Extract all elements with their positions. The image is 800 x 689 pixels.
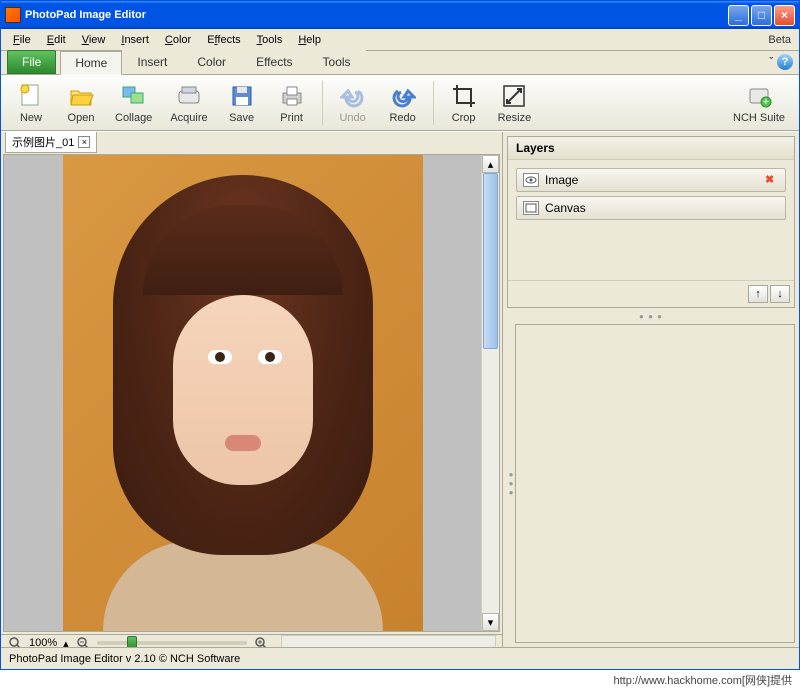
close-tab-icon[interactable]: × [78,136,90,148]
nch-suite-button[interactable]: + NCH Suite [725,80,793,126]
zoom-in-icon[interactable] [253,635,269,647]
document-tabs: 示例图片_01 × [1,132,502,152]
printer-icon [278,82,306,110]
horizontal-scrollbar[interactable] [281,635,496,647]
collage-button[interactable]: Collage [107,80,160,126]
undo-icon [339,82,367,110]
window-title: PhotoPad Image Editor [25,9,728,21]
document-tab-label: 示例图片_01 [12,134,74,150]
svg-text:+: + [763,96,769,108]
new-button[interactable]: New [7,80,55,126]
zoom-up-icon[interactable]: ▴ [63,637,69,648]
menu-view[interactable]: View [74,32,114,48]
menu-tools[interactable]: Tools [249,32,291,48]
layers-panel: Layers Image ✖ Canvas ↑ ↓ [507,136,795,308]
tab-home[interactable]: Home [60,51,122,75]
layer-down-button[interactable]: ↓ [770,285,790,303]
document-tab[interactable]: 示例图片_01 × [5,131,97,153]
suite-icon: + [745,82,773,110]
zoom-bar: 100% ▴ [1,634,502,647]
canvas-icon[interactable] [523,201,539,215]
close-button[interactable]: × [774,5,795,26]
acquire-button[interactable]: Acquire [162,80,215,126]
properties-panel [515,324,795,643]
viewport: ▴ ▾ [3,154,500,632]
layers-panel-title: Layers [508,137,794,160]
print-button[interactable]: Print [268,80,316,126]
watermark-text: http://www.hackhome.com[网侠]提供 [0,670,800,689]
menubar: File Edit View Insert Color Effects Tool… [1,29,799,51]
zoom-slider[interactable] [97,641,247,645]
zoom-percent: 100% [29,637,57,647]
layer-row[interactable]: Image ✖ [516,168,786,192]
undo-button: Undo [329,80,377,126]
scroll-up-icon[interactable]: ▴ [482,155,499,173]
menu-color[interactable]: Color [157,32,199,48]
zoom-fit-icon[interactable] [7,635,23,647]
redo-button[interactable]: Redo [379,80,427,126]
ribbon-toolbar: New Open Collage Acquire Save Print Undo [1,75,799,131]
canvas-area[interactable] [4,155,481,631]
collage-icon [120,82,148,110]
status-text: PhotoPad Image Editor v 2.10 © NCH Softw… [9,653,240,665]
vertical-resize-grip[interactable]: ●●● [507,324,515,643]
vertical-scrollbar[interactable]: ▴ ▾ [481,155,499,631]
beta-label: Beta [768,34,795,46]
folder-icon [67,82,95,110]
horizontal-resize-grip[interactable]: ● ● ● [507,312,795,320]
menu-file[interactable]: File [5,32,39,48]
app-icon [5,7,21,23]
crop-button[interactable]: Crop [440,80,488,126]
zoom-slider-thumb[interactable] [127,636,137,647]
tab-effects[interactable]: Effects [241,50,307,74]
canvas-pane: 示例图片_01 × ▴ [1,132,503,647]
visibility-icon[interactable] [523,173,539,187]
app-window: PhotoPad Image Editor _ □ × File Edit Vi… [0,0,800,670]
layer-name: Canvas [545,201,779,215]
disk-icon [228,82,256,110]
menu-help[interactable]: Help [290,32,329,48]
layer-up-button[interactable]: ↑ [748,285,768,303]
scroll-thumb[interactable] [483,173,498,349]
menu-effects[interactable]: Effects [199,32,248,48]
layers-list: Image ✖ Canvas [508,160,794,280]
resize-icon [500,82,528,110]
minimize-button[interactable]: _ [728,5,749,26]
open-button[interactable]: Open [57,80,105,126]
file-tab-button[interactable]: File [7,50,56,74]
resize-button[interactable]: Resize [490,80,540,126]
save-button[interactable]: Save [218,80,266,126]
titlebar[interactable]: PhotoPad Image Editor _ □ × [1,1,799,29]
help-icon[interactable]: ? [777,54,793,70]
maximize-button[interactable]: □ [751,5,772,26]
scanner-icon [175,82,203,110]
image-content [63,155,423,631]
scroll-down-icon[interactable]: ▾ [482,613,499,631]
workarea: 示例图片_01 × ▴ [1,131,799,647]
ribbon-collapse-chevron[interactable]: ˇ [769,56,773,68]
menu-edit[interactable]: Edit [39,32,74,48]
tab-color[interactable]: Color [182,50,241,74]
ribbon-tabs: File Home Insert Color Effects Tools ˇ ? [1,51,799,75]
tab-tools[interactable]: Tools [308,50,366,74]
layer-order-controls: ↑ ↓ [508,280,794,307]
menu-insert[interactable]: Insert [113,32,157,48]
crop-icon [450,82,478,110]
new-doc-icon [17,82,45,110]
zoom-out-icon[interactable] [75,635,91,647]
tab-insert[interactable]: Insert [122,50,182,74]
redo-icon [389,82,417,110]
statusbar: PhotoPad Image Editor v 2.10 © NCH Softw… [1,647,799,669]
layer-name: Image [545,173,759,187]
layer-row[interactable]: Canvas [516,196,786,220]
delete-layer-icon[interactable]: ✖ [765,173,779,187]
side-panel: Layers Image ✖ Canvas ↑ ↓ [503,132,799,647]
